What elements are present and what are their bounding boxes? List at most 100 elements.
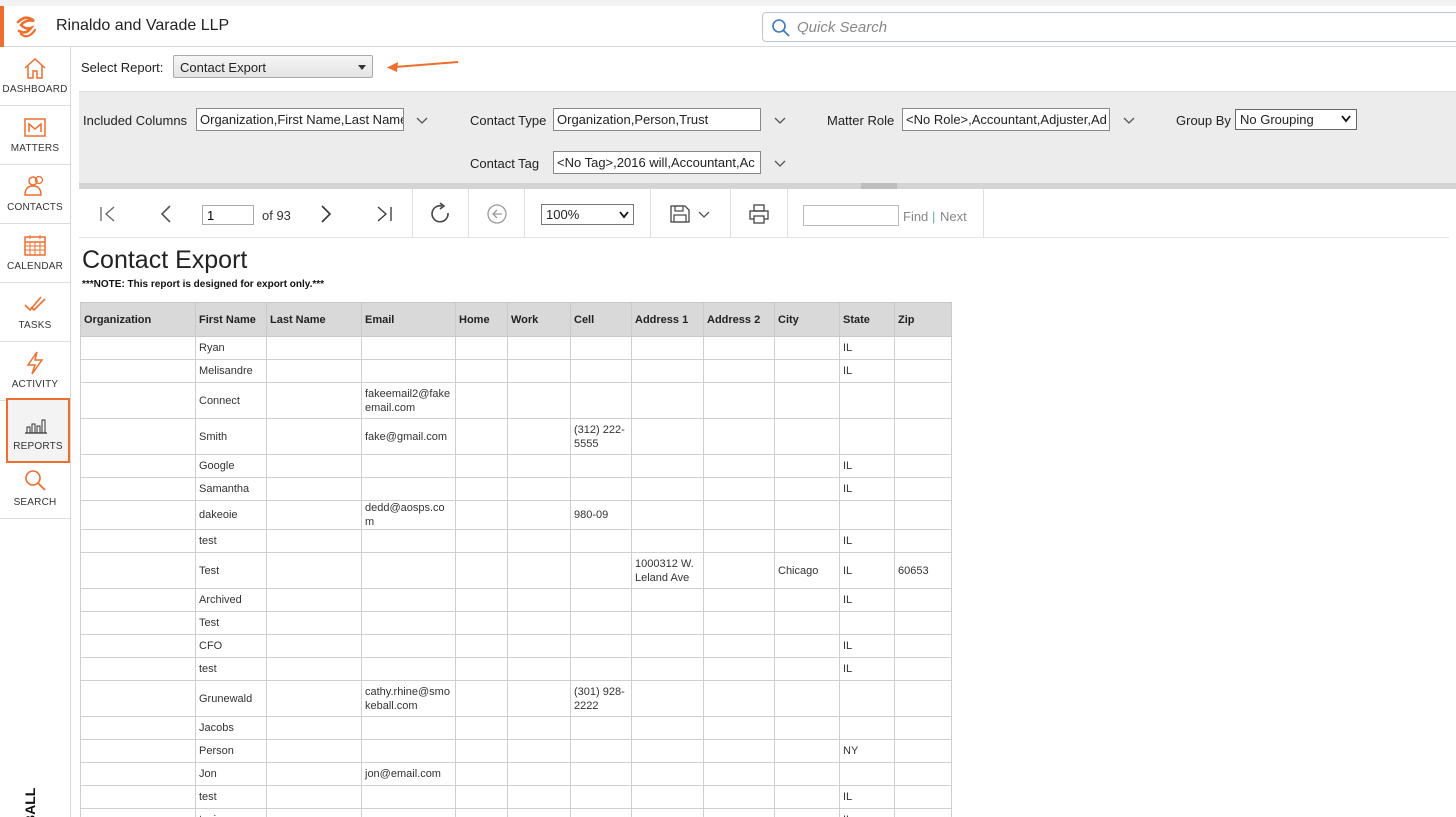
nav-dashboard[interactable]: DASHBOARD [0,47,70,106]
table-cell [703,634,775,658]
report-select[interactable]: Contact Export [173,55,373,78]
table-cell [361,634,456,658]
quick-search[interactable]: Quick Search [762,12,1456,42]
report-toolbar: of 93 100% Find | Next [79,189,1449,238]
nav-reports[interactable]: REPORTS [6,398,70,463]
print-icon[interactable] [748,204,770,224]
table-cell [839,500,895,530]
save-icon[interactable] [669,204,691,224]
table-cell: (312) 222-5555 [570,418,632,455]
table-cell [80,808,196,817]
table-cell [507,382,571,419]
table-cell [80,418,196,455]
table-cell [507,588,571,612]
table-cell [570,762,632,786]
table-cell [361,552,456,589]
table-cell: IL [839,808,895,817]
table-cell [80,529,196,553]
back-icon[interactable] [485,202,509,226]
table-cell [774,611,840,635]
first-page-icon[interactable] [97,204,119,224]
find-input[interactable] [803,205,899,226]
checkmarks-icon [24,296,46,312]
search-icon [25,470,46,491]
find-separator: | [932,209,936,224]
nav-activity[interactable]: ACTIVITY [0,342,70,401]
group-by-select[interactable]: No Grouping [1235,109,1357,130]
table-cell [507,680,571,717]
table-cell [774,785,840,809]
last-page-icon[interactable] [373,204,395,224]
nav-contacts[interactable]: CONTACTS [0,165,70,224]
nav-search[interactable]: SEARCH [0,460,70,519]
table-cell: Test [195,611,267,635]
table-cell [80,382,196,419]
table-cell [703,529,775,553]
find-link[interactable]: Find [903,209,928,224]
nav-matters[interactable]: MATTERS [0,106,70,165]
table-cell [361,657,456,681]
contact-tag-field[interactable]: <No Tag>,2016 will,Accountant,Ac [553,151,761,174]
next-page-icon[interactable] [314,204,336,224]
table-cell [80,359,196,383]
table-cell [266,657,362,681]
table-cell [703,762,775,786]
nav-label: ACTIVITY [11,379,59,390]
table-row: Samantha IL [80,477,952,501]
table-cell [507,477,571,501]
previous-page-icon[interactable] [156,204,178,224]
table-cell [703,336,775,360]
included-columns-field[interactable]: Organization,First Name,Last Name [196,108,404,131]
nav-tasks[interactable]: TASKS [0,283,70,342]
toolbar-divider [468,189,469,237]
chevron-down-icon[interactable] [774,160,786,168]
table-cell: Samantha [195,477,267,501]
people-icon [24,175,44,196]
report-select-value: Contact Export [180,60,266,75]
chevron-down-icon[interactable] [774,117,786,125]
table-cell [774,454,840,478]
table-row: Jacobs [80,716,952,740]
table-cell [774,808,840,817]
table-cell [361,716,456,740]
table-cell: Test [195,552,267,589]
zoom-select[interactable]: 100% [541,204,634,225]
chevron-down-icon[interactable] [1123,117,1135,125]
table-cell [80,657,196,681]
chevron-down-icon[interactable] [416,117,428,125]
table-cell [455,477,508,501]
table-cell [703,588,775,612]
chevron-down-icon[interactable] [698,211,710,219]
table-cell [774,477,840,501]
table-cell [507,716,571,740]
table-cell [80,336,196,360]
table-cell [839,382,895,419]
table-cell [570,785,632,809]
next-link[interactable]: Next [940,209,967,224]
group-by-value: No Grouping [1240,112,1314,127]
table-cell [703,552,775,589]
matter-role-field[interactable]: <No Role>,Accountant,Adjuster,Ad [902,108,1110,131]
page-number-input[interactable] [202,205,254,225]
refresh-icon[interactable] [429,202,453,226]
nav-label: CONTACTS [7,202,63,213]
table-cell: 1000312 W. Leland Ave [631,552,704,589]
table-cell [266,762,362,786]
table-cell [703,657,775,681]
table-cell [631,808,704,817]
table-cell [507,418,571,455]
table-cell: 980-09 [570,500,632,530]
app-logo-icon[interactable] [12,13,40,41]
table-cell [266,716,362,740]
nav-calendar[interactable]: CALENDAR [0,224,70,283]
table-cell [894,716,952,740]
table-cell [266,500,362,530]
table-cell [266,359,362,383]
table-cell [455,552,508,589]
contact-type-field[interactable]: Organization,Person,Trust [553,108,761,131]
table-cell [839,762,895,786]
table-cell [455,611,508,635]
table-cell [266,382,362,419]
table-cell [631,762,704,786]
table-cell [80,739,196,763]
